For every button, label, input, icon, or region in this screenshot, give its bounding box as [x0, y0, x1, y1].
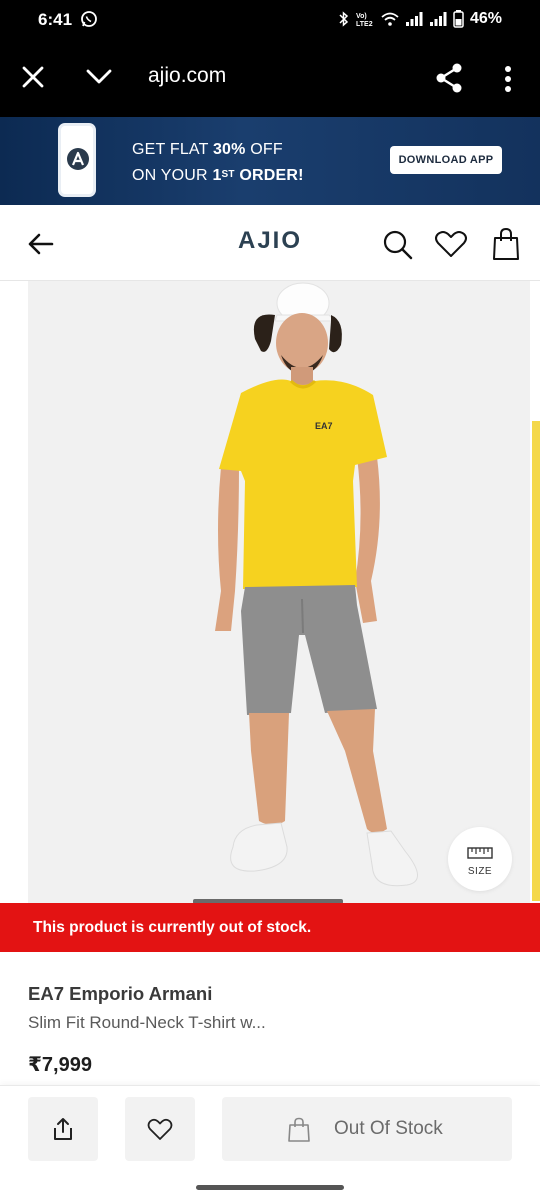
download-app-button[interactable]: DOWNLOAD APP [390, 146, 502, 174]
bluetooth-icon [339, 11, 349, 27]
heart-icon [147, 1118, 173, 1140]
close-icon[interactable] [20, 64, 46, 90]
phone-icon [58, 123, 96, 197]
share-icon[interactable] [434, 62, 464, 94]
promo-text: GET FLAT 30% OFF ON YOUR 1ST ORDER! [132, 137, 304, 189]
size-chart-button[interactable]: SIZE [448, 827, 512, 891]
battery-percent: 46% [469, 10, 502, 27]
promo-line-1: GET FLAT 30% OFF [132, 141, 283, 158]
product-price: ₹7,999 [28, 1054, 92, 1076]
bottom-action-bar: Out Of Stock [0, 1085, 540, 1167]
out-of-stock-banner: This product is currently out of stock. [0, 903, 540, 952]
ruler-icon [467, 847, 493, 859]
chevron-down-icon[interactable] [84, 66, 114, 88]
wifi-icon [381, 12, 399, 26]
share-product-button[interactable] [28, 1097, 98, 1161]
home-gesture-pill[interactable] [196, 1185, 344, 1190]
url-text[interactable]: ajio.com [148, 64, 226, 88]
share-upload-icon [54, 1118, 72, 1140]
product-brand[interactable]: EA7 Emporio Armani [28, 983, 212, 1005]
app-logo-letter-icon [71, 151, 85, 166]
browser-toolbar: ajio.com [0, 40, 540, 117]
size-label: SIZE [467, 866, 493, 877]
out-of-stock-button[interactable]: Out Of Stock [222, 1097, 512, 1161]
tshirt-logo: EA7 [315, 421, 333, 431]
status-time: 6:41 [38, 10, 73, 29]
product-image-carousel[interactable]: EA7 SIZE [0, 281, 540, 903]
whatsapp-icon [81, 11, 97, 27]
battery-icon [453, 10, 464, 28]
product-name: Slim Fit Round-Neck T-shirt w... [28, 1013, 266, 1032]
ajio-app-logo-icon [67, 148, 89, 170]
status-bar: 6:41 Vo) LTE2 46% [0, 0, 540, 40]
signal-icon [429, 12, 447, 26]
app-header: AJIO [0, 205, 540, 281]
system-nav-bar [0, 1167, 540, 1204]
heart-icon[interactable] [434, 229, 468, 259]
more-vert-icon[interactable] [496, 64, 520, 94]
app-download-banner[interactable]: GET FLAT 30% OFF ON YOUR 1ST ORDER! DOWN… [0, 117, 540, 205]
status-icons: Vo) LTE2 46% [339, 10, 502, 28]
svg-text:LTE2: LTE2 [356, 21, 373, 27]
out-of-stock-label: Out Of Stock [334, 1118, 443, 1139]
signal-icon [405, 12, 423, 26]
next-image-peek[interactable] [532, 421, 540, 901]
promo-line-2: ON YOUR 1ST ORDER! [132, 167, 304, 184]
wishlist-button[interactable] [125, 1097, 195, 1161]
volte-icon: Vo) LTE2 [356, 13, 373, 27]
bag-icon[interactable] [492, 227, 520, 261]
search-icon[interactable] [382, 229, 414, 261]
bag-icon [288, 1117, 310, 1142]
product-model-image: EA7 [215, 282, 418, 887]
svg-text:Vo): Vo) [356, 13, 367, 20]
